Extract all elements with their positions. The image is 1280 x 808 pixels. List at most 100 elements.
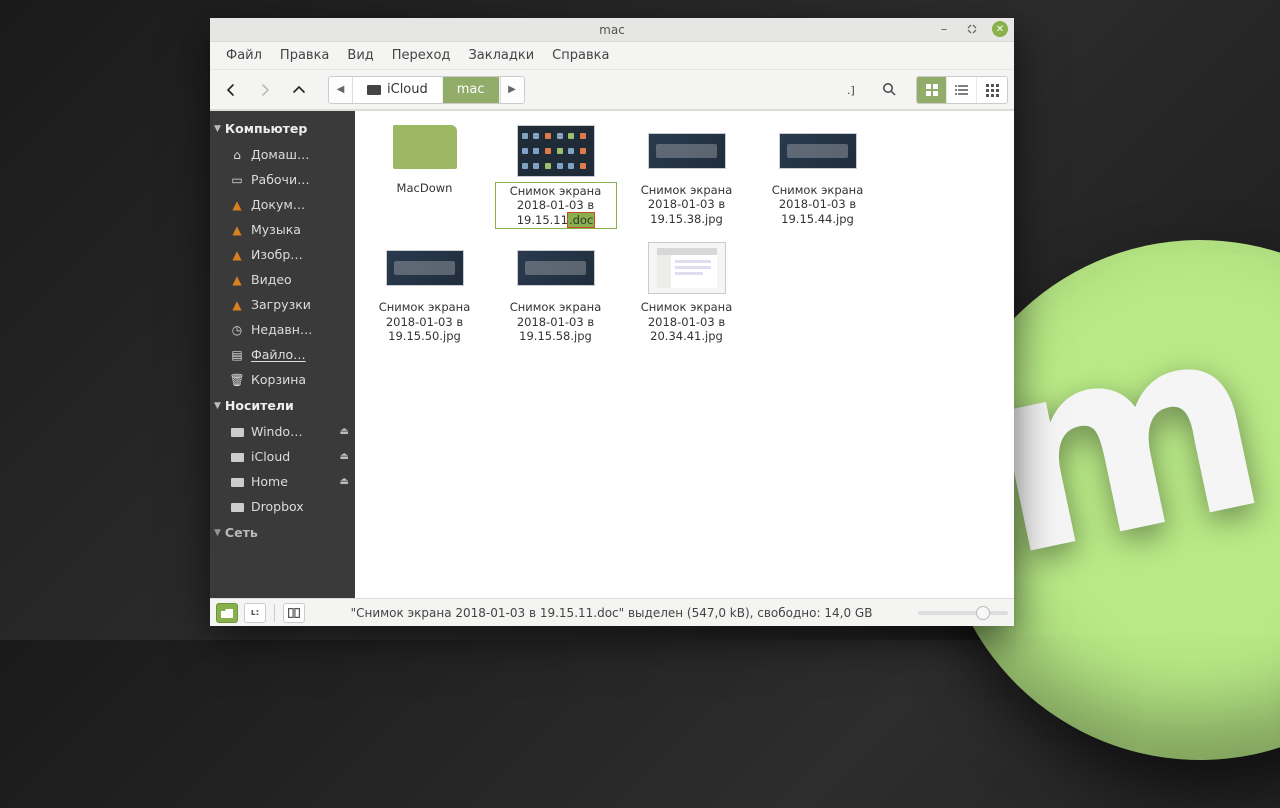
back-button[interactable] [216, 76, 246, 104]
maximize-button[interactable] [964, 21, 980, 37]
drive-icon [230, 477, 244, 487]
folder-icon: ▲ [230, 248, 244, 262]
image-thumbnail [386, 250, 464, 286]
places-toggle-button[interactable] [216, 603, 238, 623]
toolbar: ◀ iCloud mac ▶ .] [210, 70, 1014, 110]
chevron-down-icon: ▼ [214, 528, 221, 538]
file-view[interactable]: MacDown Снимок экрана 2018-01-03 в 19.15… [355, 111, 1014, 598]
sidebar-item-pictures[interactable]: ▲Изобр… [210, 242, 355, 267]
breadcrumb-next[interactable]: ▶ [500, 77, 524, 103]
sidebar-section-computer[interactable]: ▼ Компьютер [210, 115, 355, 142]
chevron-down-icon: ▼ [214, 124, 221, 134]
window-title: mac [599, 23, 625, 37]
image-thumbnail [779, 133, 857, 169]
sidebar-item-home[interactable]: ⌂Домаш… [210, 142, 355, 167]
sidebar-item-documents[interactable]: ▲Докум… [210, 192, 355, 217]
breadcrumb-prev[interactable]: ◀ [329, 77, 353, 103]
sidebar-section-network[interactable]: ▼ Сеть [210, 519, 355, 546]
file-item[interactable]: Снимок экрана 2018-01-03 в 20.34.41.jpg [621, 238, 752, 353]
up-button[interactable] [284, 76, 314, 104]
file-item[interactable]: Снимок экрана 2018-01-03 в 19.15.50.jpg [359, 238, 490, 353]
sidebar-item-dropbox[interactable]: Dropbox [210, 494, 355, 519]
image-thumbnail [648, 242, 726, 294]
menu-go[interactable]: Переход [384, 44, 459, 67]
view-list-button[interactable] [947, 77, 977, 103]
file-name: Снимок экрана 2018-01-03 в 19.15.44.jpg [758, 183, 878, 226]
menu-help[interactable]: Справка [544, 44, 617, 67]
terminal-toggle-button[interactable] [283, 603, 305, 623]
zoom-knob[interactable] [976, 606, 990, 620]
minimize-button[interactable]: – [936, 21, 952, 37]
close-button[interactable]: ✕ [992, 21, 1008, 37]
file-manager-window: mac – ✕ Файл Правка Вид Переход Закладки… [210, 18, 1014, 626]
sidebar-item-icloud[interactable]: iCloud⏏ [210, 444, 355, 469]
chevron-down-icon: ▼ [214, 401, 221, 411]
breadcrumb-label: mac [457, 82, 485, 97]
sidebar-item-videos[interactable]: ▲Видео [210, 267, 355, 292]
folder-icon: ▲ [230, 273, 244, 287]
image-thumbnail [648, 133, 726, 169]
toggle-path-button[interactable]: .] [840, 76, 870, 104]
eject-icon[interactable]: ⏏ [340, 426, 349, 437]
zoom-slider[interactable] [918, 611, 1008, 615]
desktop-icon: ▭ [230, 173, 244, 187]
view-icons-button[interactable] [917, 77, 947, 103]
drive-icon [230, 502, 244, 512]
section-title: Носители [225, 398, 294, 413]
file-item[interactable]: Снимок экрана 2018-01-03 в 19.15.44.jpg [752, 121, 883, 238]
breadcrumb-mac[interactable]: mac [443, 77, 500, 103]
sidebar: ▼ Компьютер ⌂Домаш… ▭Рабочи… ▲Докум… ▲Му… [210, 111, 355, 598]
image-thumbnail [517, 250, 595, 286]
drive-icon [367, 85, 381, 95]
tree-toggle-button[interactable]: ʟ: [244, 603, 266, 623]
view-mode-group [916, 76, 1008, 104]
file-name-editing[interactable]: Снимок экрана 2018-01-03 в 19.15.11.doc [496, 183, 616, 228]
file-name: MacDown [397, 181, 453, 195]
breadcrumb-label: iCloud [387, 82, 428, 97]
window-controls: – ✕ [936, 21, 1008, 37]
status-text: "Снимок экрана 2018-01-03 в 19.15.11.doc… [311, 606, 912, 620]
eject-icon[interactable]: ⏏ [340, 451, 349, 462]
folder-icon [393, 125, 457, 169]
sidebar-item-downloads[interactable]: ▲Загрузки [210, 292, 355, 317]
folder-icon: ▲ [230, 223, 244, 237]
menu-file[interactable]: Файл [218, 44, 270, 67]
section-title: Сеть [225, 525, 258, 540]
image-thumbnail [517, 125, 595, 177]
menu-edit[interactable]: Правка [272, 44, 337, 67]
file-item[interactable]: Снимок экрана 2018-01-03 в 19.15.38.jpg [621, 121, 752, 238]
sidebar-item-filesystem[interactable]: ▤Файло… [210, 342, 355, 367]
section-title: Компьютер [225, 121, 307, 136]
drive-icon [230, 452, 244, 462]
sidebar-item-trash[interactable]: 🗑Корзина [210, 367, 355, 392]
menu-view[interactable]: Вид [339, 44, 381, 67]
file-name: Снимок экрана 2018-01-03 в 19.15.58.jpg [496, 300, 616, 343]
svg-text:.]: .] [847, 84, 855, 97]
forward-button[interactable] [250, 76, 280, 104]
eject-icon[interactable]: ⏏ [340, 476, 349, 487]
folder-icon: ▲ [230, 298, 244, 312]
breadcrumb-icloud[interactable]: iCloud [353, 77, 443, 103]
clock-icon: ◷ [230, 323, 244, 337]
titlebar[interactable]: mac – ✕ [210, 18, 1014, 42]
statusbar: ʟ: "Снимок экрана 2018-01-03 в 19.15.11.… [210, 598, 1014, 626]
file-item[interactable]: Снимок экрана 2018-01-03 в 19.15.58.jpg [490, 238, 621, 353]
folder-icon: ▲ [230, 198, 244, 212]
sidebar-item-music[interactable]: ▲Музыка [210, 217, 355, 242]
body: ▼ Компьютер ⌂Домаш… ▭Рабочи… ▲Докум… ▲Му… [210, 110, 1014, 598]
sidebar-item-windows[interactable]: Windo…⏏ [210, 419, 355, 444]
file-name: Снимок экрана 2018-01-03 в 19.15.50.jpg [365, 300, 485, 343]
file-item-selected[interactable]: Снимок экрана 2018-01-03 в 19.15.11.doc [490, 121, 621, 238]
breadcrumb: ◀ iCloud mac ▶ [328, 76, 525, 104]
menu-bookmarks[interactable]: Закладки [460, 44, 542, 67]
sidebar-item-desktop[interactable]: ▭Рабочи… [210, 167, 355, 192]
search-button[interactable] [874, 76, 904, 104]
view-compact-button[interactable] [977, 77, 1007, 103]
home-icon: ⌂ [230, 148, 244, 162]
folder-item[interactable]: MacDown [359, 121, 490, 238]
file-grid: MacDown Снимок экрана 2018-01-03 в 19.15… [359, 121, 1010, 353]
sidebar-item-recent[interactable]: ◷Недавн… [210, 317, 355, 342]
sidebar-item-home-drive[interactable]: Home⏏ [210, 469, 355, 494]
sidebar-section-devices[interactable]: ▼ Носители [210, 392, 355, 419]
file-name: Снимок экрана 2018-01-03 в 19.15.38.jpg [627, 183, 747, 226]
